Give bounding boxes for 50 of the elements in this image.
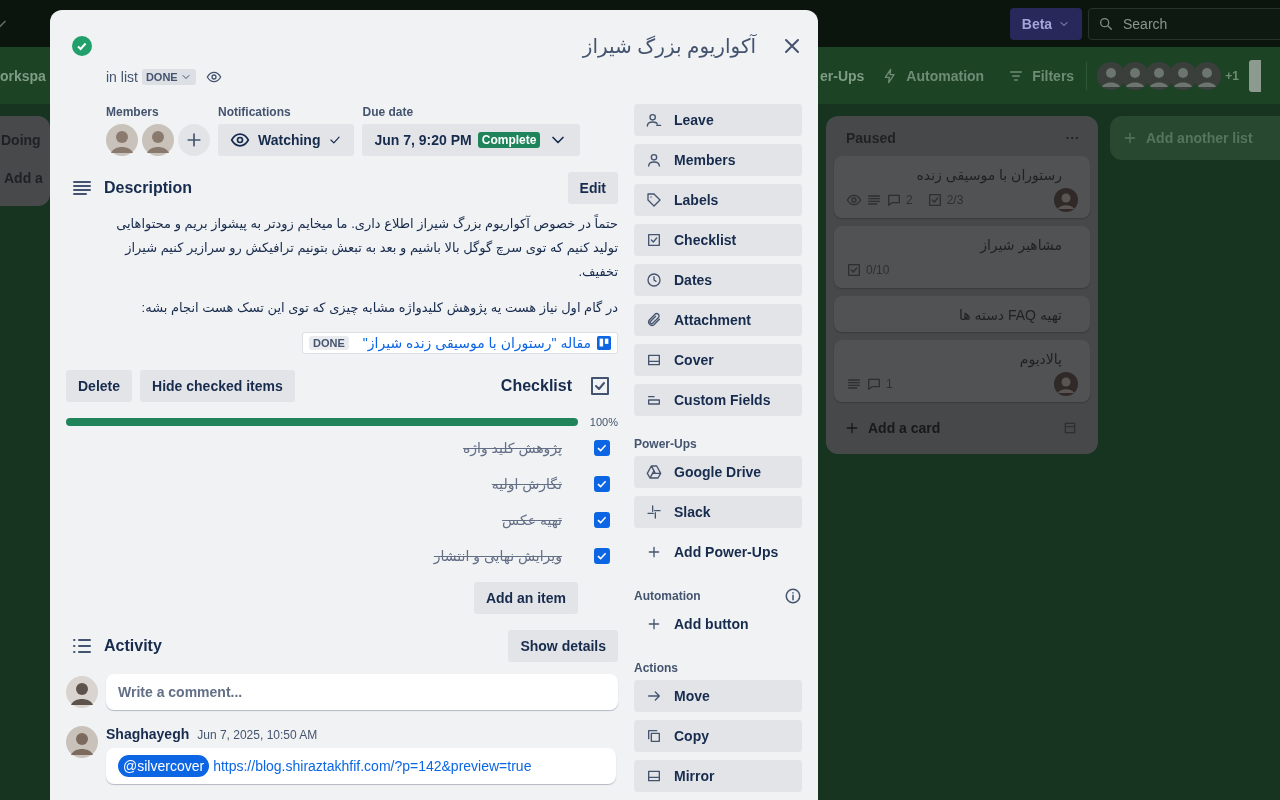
sidebar-button[interactable]: Attachment xyxy=(634,304,802,336)
section-title: Activity xyxy=(104,637,162,655)
workspace-label[interactable]: orkspa xyxy=(0,67,46,84)
add-button[interactable]: Add button xyxy=(634,608,802,640)
watch-button[interactable]: Watching xyxy=(218,124,355,156)
section-title: Checklist xyxy=(500,377,572,395)
sidebar-heading: Automation xyxy=(634,589,701,603)
beta-button[interactable]: Beta xyxy=(1010,7,1082,40)
comment-time[interactable]: Jun 7, 2025, 10:50 AM xyxy=(197,728,318,742)
sidebar-button[interactable]: Slack xyxy=(634,496,802,528)
card-title[interactable]: آکواریوم بزرگ شیراز xyxy=(92,34,756,58)
sidebar-button[interactable]: Leave xyxy=(634,104,802,136)
add-button[interactable]: Add Power-Ups xyxy=(634,536,802,568)
comment-field[interactable]: Write a comment... xyxy=(106,674,618,710)
delete-button[interactable]: Delete xyxy=(66,370,133,402)
show-details-button[interactable]: Show details xyxy=(508,630,618,662)
list-label: in list xyxy=(106,69,138,85)
due-date-label: Due date xyxy=(362,104,415,120)
sidebar-button[interactable]: Copy xyxy=(634,720,802,752)
sidebar-button[interactable]: Mirror xyxy=(634,760,802,792)
mention-tag[interactable]: @silvercover xyxy=(118,755,210,777)
progress-percent: 100% xyxy=(588,416,618,428)
sidebar-button[interactable]: Members xyxy=(634,144,802,176)
sidebar-heading: Power-Ups xyxy=(634,437,697,451)
comment-author: Shaghayegh xyxy=(106,726,190,742)
due-date-button[interactable]: Jun 7, 9:20 PM Complete xyxy=(362,124,581,156)
comment-link[interactable]: https://blog.shiraztakhfif.com/?p=142&preview=true xyxy=(213,758,532,774)
sidebar-button[interactable]: Labels xyxy=(634,184,802,216)
search-field[interactable]: Search xyxy=(1088,7,1280,40)
description-text: حتماً در خصوص آکواریوم بزرگ شیراز اطلاع داری. ما میخایم زودتر به پیشواز بریم و محتواهایی تولید کنیم که توی سرچ گوگل بالا باشیم و بعد به تبعش بتونیم ترافیکش رو سرازیر کنیم شیراز تخفیف. xyxy=(115,213,618,281)
sidebar-heading: Actions xyxy=(634,661,678,675)
members-label: Members xyxy=(106,104,160,120)
checklist-item: تهیه عکس xyxy=(502,512,562,528)
checklist-item: ویرایش نهایی و انتشار xyxy=(433,548,562,564)
hide-checked-button[interactable]: Hide checked items xyxy=(140,370,295,402)
sidebar-button[interactable]: Checklist xyxy=(634,224,802,256)
section-title: Description xyxy=(104,179,192,197)
add-item-button[interactable]: Add an item xyxy=(473,582,578,614)
checklist-item: نگارش اولیه xyxy=(491,476,562,492)
list-dropdown[interactable]: DONE xyxy=(141,69,196,85)
edit-button[interactable]: Edit xyxy=(567,172,618,204)
sidebar-button[interactable]: Custom Fields xyxy=(634,384,802,416)
sidebar-button[interactable]: Dates xyxy=(634,264,802,296)
notifications-label: Notifications xyxy=(218,104,292,120)
description-text: در گام اول نیاز هست یه پژوهش کلیدواژه مشابه چیزی که توی این تسک هست انجام بشه: xyxy=(140,299,618,318)
sidebar-button[interactable]: Cover xyxy=(634,344,802,376)
power-ups-label[interactable]: er-Ups xyxy=(820,67,865,84)
sidebar-button[interactable]: Google Drive xyxy=(634,456,802,488)
checklist-item: پژوهش کلید واژه xyxy=(463,440,562,456)
sidebar-button[interactable]: Move xyxy=(634,680,802,712)
